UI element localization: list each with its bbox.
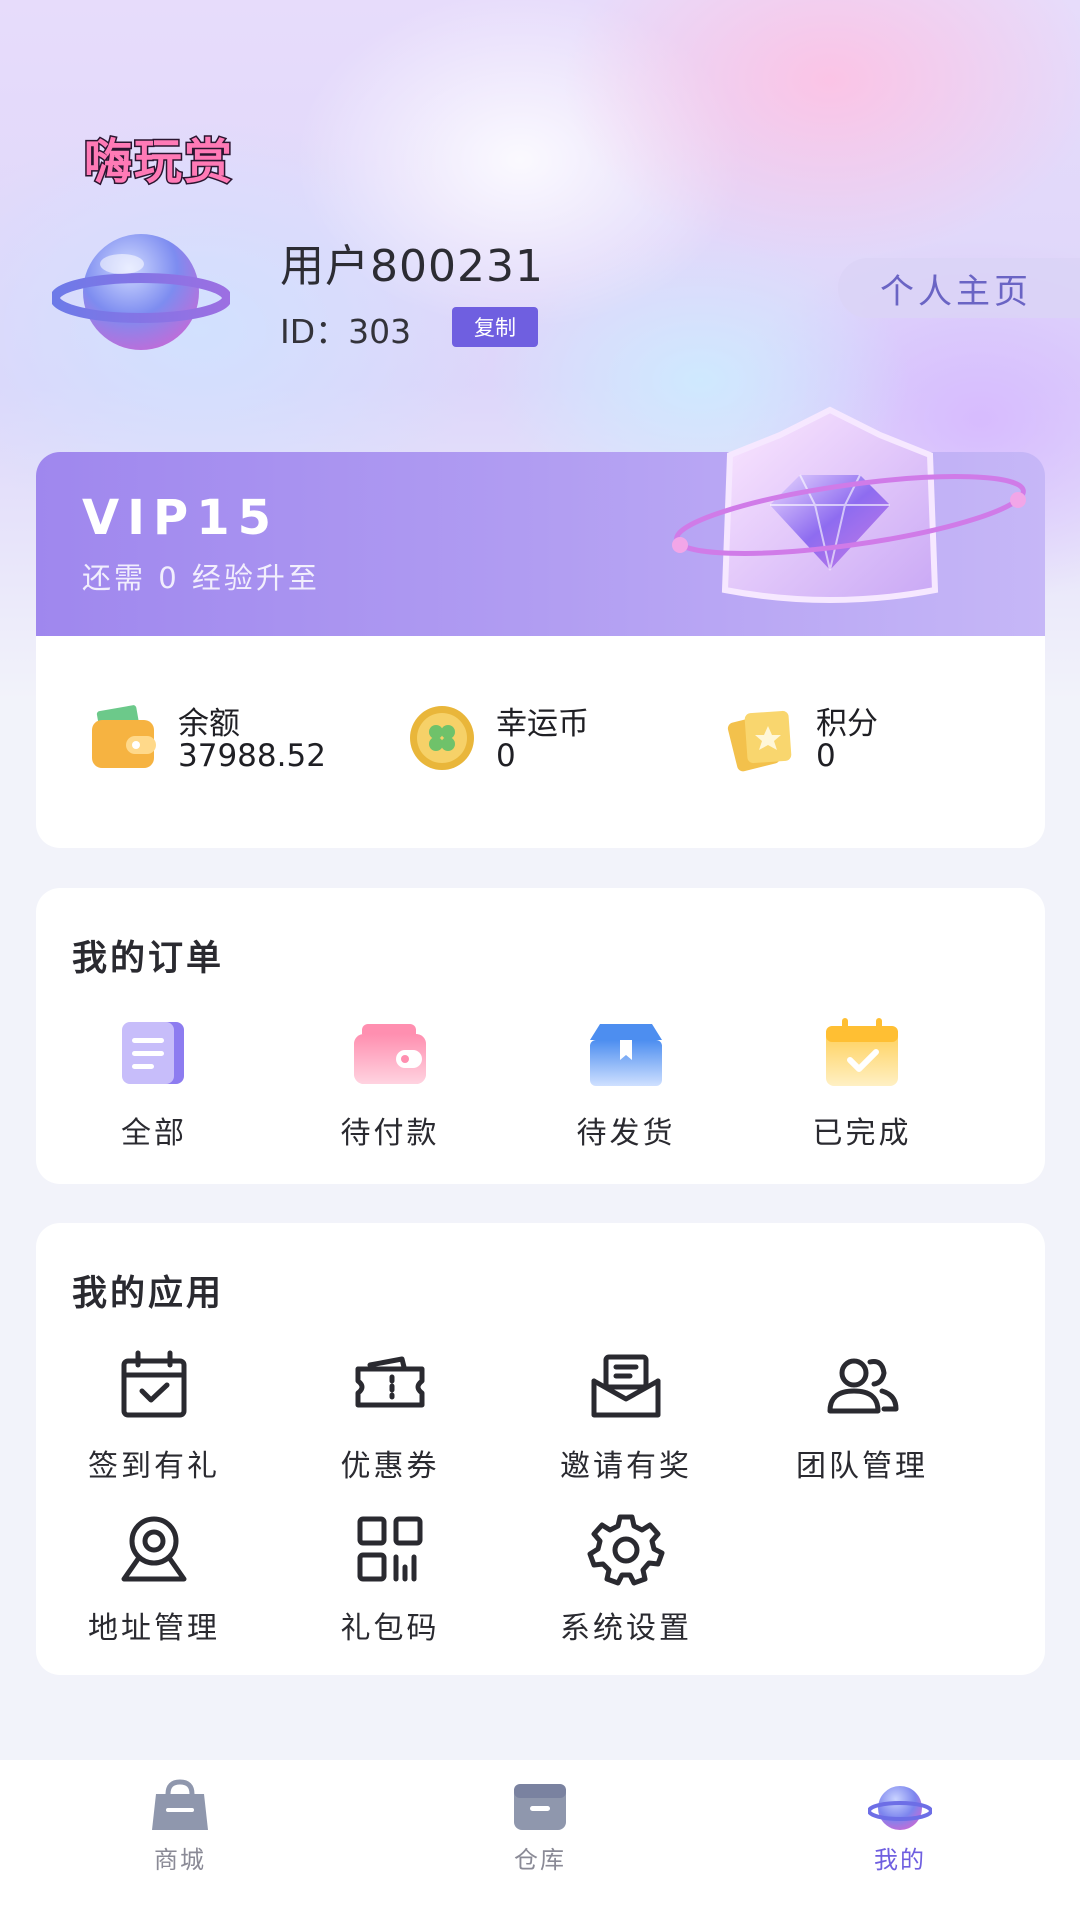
apps-title: 我的应用 [72,1274,225,1314]
order-completed-label: 已完成 [812,1116,912,1151]
calendar-check-icon [121,1350,187,1418]
tab-mall[interactable]: 商城 [80,1778,280,1875]
order-pending-shipment[interactable]: 待发货 [508,1014,744,1152]
points-label: 积分 [816,706,878,742]
app-address[interactable]: 地址管理 [36,1509,272,1647]
balance-label: 余额 [178,706,240,742]
wallet-icon [92,705,156,768]
app-team-label: 团队管理 [796,1449,928,1484]
invite-mail-icon [591,1354,661,1418]
all-orders-icon [122,1022,184,1084]
app-checkin-label: 签到有礼 [88,1449,220,1484]
apps-card: 我的应用 签到有礼 优惠券 邀请有奖 团队管理 地址管理 礼包码 系统设置 [36,1223,1045,1675]
tab-mall-label: 商城 [154,1846,206,1874]
planet-icon [868,1786,932,1830]
pending-shipment-icon [590,1024,662,1086]
gear-icon [587,1514,665,1586]
balance-stat[interactable]: 余额 37988.52 [88,698,348,788]
points-stat[interactable]: 积分 0 [726,698,986,788]
points-value: 0 [816,738,836,774]
coupon-icon [355,1356,425,1408]
balance-value: 37988.52 [178,738,326,774]
username: 用户800231 [280,241,544,292]
lucky-coin-label: 幸运币 [496,706,589,742]
lucky-coin-stat[interactable]: 幸运币 0 [406,698,666,788]
vip-level: VIP15 [82,490,279,546]
pending-payment-icon [354,1024,426,1084]
qr-code-icon [357,1516,423,1582]
app-settings[interactable]: 系统设置 [508,1509,744,1647]
bottom-tab-bar: 商城 仓库 我的 [0,1760,1080,1920]
app-team[interactable]: 团队管理 [744,1347,980,1485]
shopping-bag-icon [152,1779,208,1830]
app-coupon-label: 优惠券 [340,1449,440,1484]
app-settings-label: 系统设置 [560,1611,692,1646]
location-pin-icon [121,1516,187,1582]
tab-mine[interactable]: 我的 [800,1778,1000,1875]
avatar[interactable] [52,224,230,354]
completed-icon [826,1018,898,1086]
app-checkin[interactable]: 签到有礼 [36,1347,272,1485]
order-pending-payment-label: 待付款 [340,1116,440,1151]
box-icon [514,1784,566,1830]
tab-warehouse-label: 仓库 [514,1846,566,1874]
copy-id-button[interactable]: 复制 [452,307,538,347]
assets-card: 余额 37988.52 幸运币 0 积分 0 [36,636,1045,848]
app-gift-code-label: 礼包码 [340,1611,440,1646]
personal-homepage-button[interactable]: 个人主页 [838,258,1080,318]
team-icon [827,1358,899,1414]
order-pending-payment[interactable]: 待付款 [272,1014,508,1152]
lucky-coin-value: 0 [496,738,516,774]
app-gift-code[interactable]: 礼包码 [272,1509,508,1647]
tab-warehouse[interactable]: 仓库 [440,1778,640,1875]
app-invite-label: 邀请有奖 [560,1449,692,1484]
lucky-coin-icon [410,706,474,770]
order-all[interactable]: 全部 [36,1014,272,1152]
app-coupon[interactable]: 优惠券 [272,1347,508,1485]
diamond-crown-icon [672,406,1026,603]
points-cards-icon [727,710,792,772]
order-completed[interactable]: 已完成 [744,1014,980,1152]
app-address-label: 地址管理 [88,1611,220,1646]
tab-mine-label: 我的 [874,1846,926,1874]
orders-card: 我的订单 全部 待付款 待发货 已完成 [36,888,1045,1184]
order-all-label: 全部 [121,1116,187,1151]
orders-title: 我的订单 [72,939,225,979]
app-logo: 嗨玩赏 [82,133,235,192]
vip-progress-text: 还需 0 经验升至 [82,561,320,595]
app-invite[interactable]: 邀请有奖 [508,1347,744,1485]
user-id: ID：303 [280,312,412,351]
order-pending-shipment-label: 待发货 [576,1116,676,1151]
